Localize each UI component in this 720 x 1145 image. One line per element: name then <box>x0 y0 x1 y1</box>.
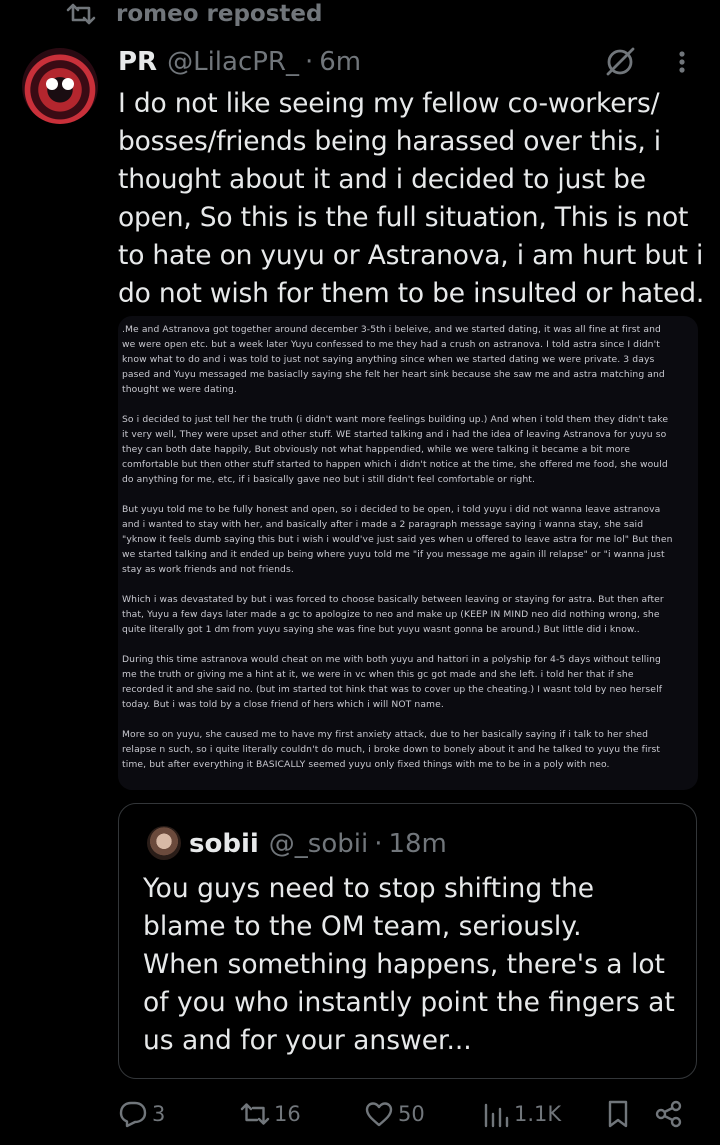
repost-icon <box>240 1103 270 1125</box>
repost-label: romeo reposted <box>116 1 323 27</box>
grok-icon[interactable] <box>602 44 638 80</box>
image-paragraph: Which i was devastated by but i was forc… <box>122 594 664 635</box>
tweet-text: I do not like seeing my fellow co-worker… <box>118 88 705 309</box>
quote-tweet[interactable]: sobii @_sobii · 18m You guys need to sto… <box>118 803 697 1079</box>
reply-icon <box>119 1101 147 1128</box>
quote-author-avatar <box>147 826 181 860</box>
views-icon <box>484 1103 509 1128</box>
tweet-image[interactable]: .Me and Astranova got together around de… <box>118 316 698 790</box>
author-name[interactable]: PR <box>118 47 157 77</box>
reply-button[interactable]: 3 <box>118 1094 165 1134</box>
bookmark-button[interactable] <box>604 1094 632 1134</box>
repost-icon <box>66 3 96 25</box>
repost-count: 16 <box>274 1102 301 1126</box>
quote-author-handle: @_sobii <box>268 829 369 859</box>
reply-count: 3 <box>152 1102 166 1126</box>
avatar-eye-left <box>46 78 58 90</box>
like-button[interactable]: 50 <box>364 1094 425 1134</box>
bookmark-icon <box>608 1100 628 1128</box>
quote-text-line: When something happens, there's a lot of… <box>143 949 675 1056</box>
author-avatar[interactable] <box>22 48 98 124</box>
quote-text-line: You guys need to stop shifting the blame… <box>143 873 595 942</box>
image-paragraph: So i decided to just tell her the truth … <box>122 414 669 485</box>
like-count: 50 <box>398 1102 425 1126</box>
more-dots-icon[interactable] <box>668 44 696 80</box>
separator-dot: · <box>374 829 383 859</box>
share-button[interactable] <box>654 1094 684 1134</box>
tweet-time[interactable]: 6m <box>319 47 361 77</box>
quote-time: 18m <box>388 829 447 859</box>
share-icon <box>655 1100 682 1128</box>
repost-indicator[interactable]: romeo reposted <box>64 0 322 28</box>
image-paragraph: .Me and Astranova got together around de… <box>122 324 665 395</box>
heart-icon <box>365 1102 393 1127</box>
repost-button[interactable]: 16 <box>240 1094 301 1134</box>
avatar-eye-right <box>62 78 74 90</box>
image-paragraph: But yuyu told me to be fully honest and … <box>122 504 673 575</box>
quote-text: You guys need to stop shifting the blame… <box>143 870 683 1060</box>
view-count: 1.1K <box>514 1102 562 1126</box>
separator-dot: · <box>304 47 314 77</box>
views-button[interactable]: 1.1K <box>482 1094 561 1134</box>
image-paragraph: During this time astranova would cheat o… <box>122 654 663 710</box>
tweet-header: PR @LilacPR_ · 6m <box>118 42 361 82</box>
action-bar: 3 16 50 1.1K <box>0 1094 720 1134</box>
author-handle[interactable]: @LilacPR_ <box>167 47 299 77</box>
quote-header: sobii @_sobii · 18m <box>189 826 447 862</box>
quote-author-name: sobii <box>189 829 259 859</box>
image-paragraph: More so on yuyu, she caused me to have m… <box>122 729 661 770</box>
